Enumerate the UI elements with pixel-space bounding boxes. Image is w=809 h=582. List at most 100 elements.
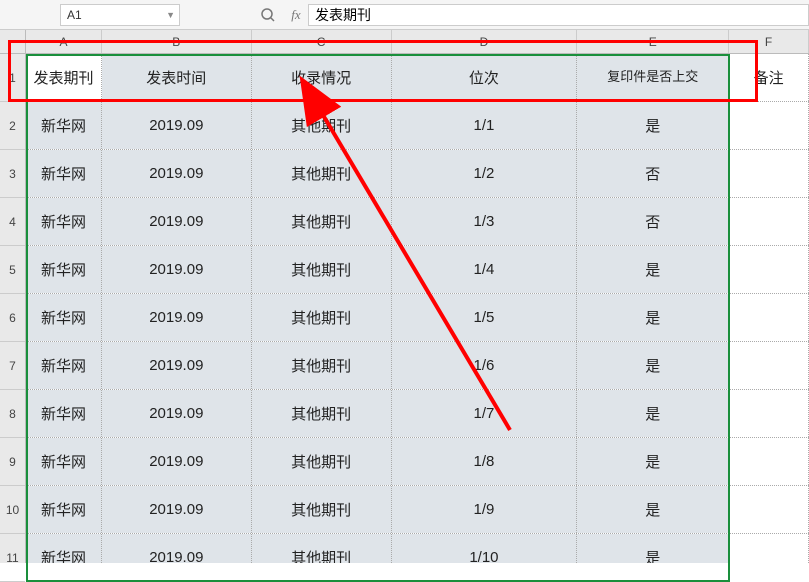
cell[interactable]: 是	[577, 486, 729, 533]
cell[interactable]: 是	[577, 246, 729, 293]
formula-tools: fx	[260, 7, 304, 23]
select-all-corner[interactable]	[0, 30, 25, 54]
cell[interactable]: 新华网	[26, 390, 102, 437]
cell[interactable]: 复印件是否上交	[577, 54, 729, 101]
cell[interactable]: 1/2	[392, 150, 578, 197]
row-header[interactable]: 5	[0, 246, 25, 294]
column-header[interactable]: A	[26, 30, 102, 53]
cell[interactable]: 新华网	[26, 294, 102, 341]
cell[interactable]: 1/1	[392, 102, 578, 149]
cell[interactable]: 其他期刊	[252, 486, 392, 533]
cell[interactable]: 1/5	[392, 294, 578, 341]
cell[interactable]: 新华网	[26, 150, 102, 197]
cell[interactable]	[729, 246, 809, 293]
row-header[interactable]: 6	[0, 294, 25, 342]
zoom-icon[interactable]	[260, 7, 276, 23]
cell[interactable]: 新华网	[26, 342, 102, 389]
cell[interactable]: 是	[577, 102, 729, 149]
cell[interactable]: 新华网	[26, 246, 102, 293]
cell[interactable]: 1/9	[392, 486, 578, 533]
cell[interactable]: 新华网	[26, 438, 102, 485]
cell[interactable]: 1/10	[392, 534, 578, 563]
column-header[interactable]: D	[392, 30, 578, 53]
column-headers: A B C D E F	[26, 30, 809, 54]
cell[interactable]: 其他期刊	[252, 342, 392, 389]
row-header[interactable]: 7	[0, 342, 25, 390]
cell[interactable]: 位次	[392, 54, 578, 101]
formula-bar: A1 ▼ fx 发表期刊	[0, 0, 809, 30]
cell[interactable]: 2019.09	[102, 390, 252, 437]
cell[interactable]: 2019.09	[102, 342, 252, 389]
cell[interactable]: 其他期刊	[252, 102, 392, 149]
cell[interactable]	[729, 102, 809, 149]
cell[interactable]: 2019.09	[102, 486, 252, 533]
cell[interactable]: 新华网	[26, 198, 102, 245]
column-header[interactable]: F	[729, 30, 809, 53]
cell[interactable]: 是	[577, 438, 729, 485]
table-row: 新华网 2019.09 其他期刊 1/7 是	[26, 390, 809, 438]
cell[interactable]: 其他期刊	[252, 534, 392, 563]
cell[interactable]: 是	[577, 294, 729, 341]
row-header[interactable]: 4	[0, 198, 25, 246]
cell[interactable]	[729, 342, 809, 389]
cell[interactable]: 1/4	[392, 246, 578, 293]
cell[interactable]: 其他期刊	[252, 198, 392, 245]
table-header-row: 发表期刊 发表时间 收录情况 位次 复印件是否上交 备注	[26, 54, 809, 102]
table-row: 新华网 2019.09 其他期刊 1/9 是	[26, 486, 809, 534]
cell[interactable]: 2019.09	[102, 534, 252, 563]
column-header[interactable]: E	[577, 30, 729, 53]
column-header[interactable]: B	[102, 30, 252, 53]
cell[interactable]: 其他期刊	[252, 294, 392, 341]
row-header[interactable]: 3	[0, 150, 25, 198]
name-box[interactable]: A1 ▼	[60, 4, 180, 26]
row-header[interactable]: 1	[0, 54, 25, 102]
cell[interactable]: 否	[577, 150, 729, 197]
cell[interactable]	[729, 534, 809, 563]
row-header[interactable]: 10	[0, 486, 25, 534]
row-header[interactable]: 8	[0, 390, 25, 438]
cell[interactable]: 1/6	[392, 342, 578, 389]
table-row: 新华网 2019.09 其他期刊 1/2 否	[26, 150, 809, 198]
column-header[interactable]: C	[252, 30, 392, 53]
cell[interactable]: 是	[577, 534, 729, 563]
chevron-down-icon[interactable]: ▼	[166, 10, 175, 20]
row-header[interactable]: 11	[0, 534, 25, 582]
formula-input[interactable]: 发表期刊	[308, 4, 809, 26]
cell[interactable]: 其他期刊	[252, 438, 392, 485]
cell[interactable]: 1/7	[392, 390, 578, 437]
cell[interactable]: 备注	[729, 54, 809, 101]
cell[interactable]	[729, 438, 809, 485]
cell[interactable]: 其他期刊	[252, 390, 392, 437]
cell[interactable]: 收录情况	[252, 54, 392, 101]
cell[interactable]: 新华网	[26, 102, 102, 149]
cell[interactable]: 其他期刊	[252, 150, 392, 197]
cell[interactable]: 是	[577, 342, 729, 389]
data-rows: 发表期刊 发表时间 收录情况 位次 复印件是否上交 备注 新华网 2019.09…	[26, 54, 809, 563]
cell[interactable]: 新华网	[26, 486, 102, 533]
table-row: 新华网 2019.09 其他期刊 1/6 是	[26, 342, 809, 390]
cell[interactable]	[729, 198, 809, 245]
cell[interactable]: 1/3	[392, 198, 578, 245]
cell[interactable]	[729, 294, 809, 341]
cell[interactable]: 2019.09	[102, 246, 252, 293]
cell[interactable]: 2019.09	[102, 198, 252, 245]
cell[interactable]: 否	[577, 198, 729, 245]
cell[interactable]: 2019.09	[102, 150, 252, 197]
cell[interactable]: 2019.09	[102, 438, 252, 485]
cell[interactable]: 发表时间	[102, 54, 252, 101]
cell[interactable]: 新华网	[26, 534, 102, 563]
cell[interactable]: 是	[577, 390, 729, 437]
cell[interactable]	[729, 150, 809, 197]
cell[interactable]	[729, 390, 809, 437]
cell[interactable]: 发表期刊	[26, 54, 102, 101]
cell[interactable]	[729, 486, 809, 533]
cell[interactable]: 其他期刊	[252, 246, 392, 293]
cell[interactable]: 2019.09	[102, 102, 252, 149]
cell[interactable]: 2019.09	[102, 294, 252, 341]
cell[interactable]: 1/8	[392, 438, 578, 485]
fx-icon[interactable]: fx	[288, 7, 304, 23]
spreadsheet-grid: 1 2 3 4 5 6 7 8 9 10 11 A B C D E F 发表期刊…	[0, 30, 809, 563]
row-header[interactable]: 9	[0, 438, 25, 486]
grid-body: A B C D E F 发表期刊 发表时间 收录情况 位次 复印件是否上交 备注…	[26, 30, 809, 563]
row-header[interactable]: 2	[0, 102, 25, 150]
